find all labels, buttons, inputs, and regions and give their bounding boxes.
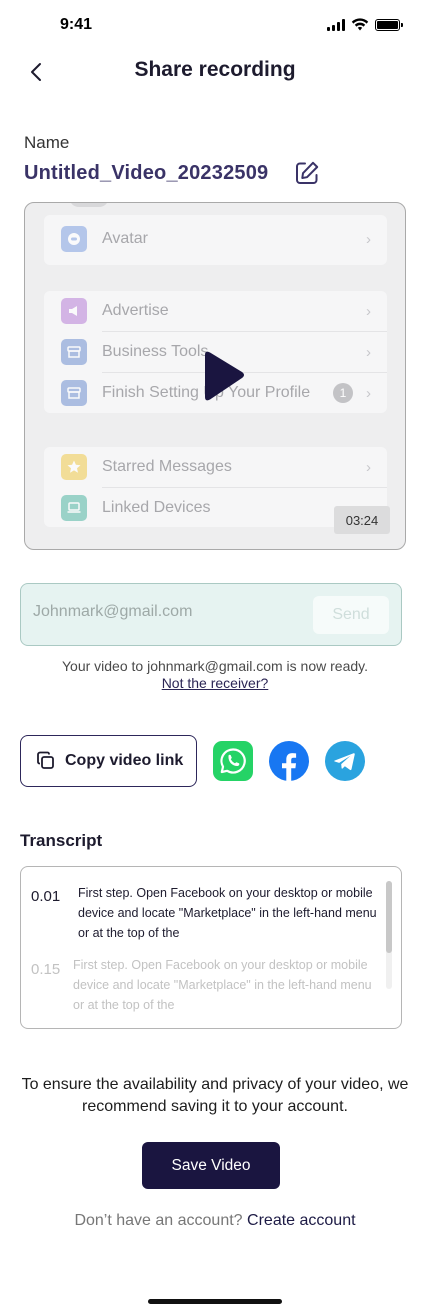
copy-link-label: Copy video link (65, 752, 184, 769)
name-label: Name (24, 133, 70, 152)
page-title: Share recording (134, 58, 296, 81)
whatsapp-icon (213, 741, 253, 781)
video-row-label: Starred Messages (102, 458, 232, 475)
transcript-text: First step. Open Facebook on your deskto… (73, 958, 372, 1012)
notification-badge: 1 (333, 383, 353, 403)
star-icon (61, 454, 87, 480)
laptop-icon (61, 495, 87, 521)
store-icon (61, 380, 87, 406)
email-input[interactable] (33, 603, 303, 621)
chevron-right-icon: › (366, 302, 371, 320)
transcript-scrollbar[interactable] (386, 881, 392, 953)
video-name: Untitled_Video_20232509 (24, 162, 269, 184)
megaphone-icon (61, 298, 87, 324)
account-prompt: Don’t have an account? (74, 1212, 243, 1229)
wifi-icon (351, 18, 369, 31)
copy-icon (37, 751, 54, 769)
video-preview[interactable]: Avatar › Advertise › Business Tools › Fi… (24, 202, 406, 550)
chevron-right-icon: › (366, 458, 371, 476)
avatar-icon (61, 226, 87, 252)
video-row-label: Avatar (102, 230, 148, 247)
settings-group-1: Avatar › (44, 215, 387, 265)
header: Share recording (0, 52, 430, 92)
chevron-right-icon: › (366, 384, 371, 402)
save-recommendation: To ensure the availability and privacy o… (21, 1076, 409, 1115)
facebook-icon (269, 741, 309, 781)
chevron-right-icon: › (366, 343, 371, 361)
play-icon (205, 351, 244, 401)
video-duration: 03:24 (334, 506, 390, 534)
edit-name-button[interactable] (294, 160, 320, 186)
edit-icon (296, 161, 319, 184)
not-receiver-wrap: Not the receiver? (0, 675, 430, 691)
cellular-signal-icon (327, 18, 345, 31)
transcript-title: Transcript (20, 831, 103, 850)
home-indicator (148, 1299, 282, 1304)
not-receiver-link[interactable]: Not the receiver? (162, 675, 269, 691)
chevron-right-icon: › (366, 230, 371, 248)
save-video-button[interactable]: Save Video (142, 1142, 280, 1189)
telegram-share-button[interactable] (325, 741, 365, 781)
transcript-time: 0.01 (31, 888, 61, 905)
account-prompt-line: Don’t have an account? Create account (0, 1212, 430, 1230)
status-bar: 9:41 (0, 0, 430, 50)
whatsapp-share-button[interactable] (213, 741, 253, 781)
video-row-label: Linked Devices (102, 499, 211, 516)
status-time: 9:41 (60, 16, 93, 33)
play-button[interactable] (193, 347, 249, 407)
email-send-box: Send (20, 583, 402, 646)
transcript-box[interactable]: 0.01 First step. Open Facebook on your d… (20, 866, 402, 1029)
transcript-text: First step. Open Facebook on your deskto… (78, 886, 377, 940)
video-row-advertise: Advertise › (44, 291, 387, 331)
video-row-starred: Starred Messages › (44, 447, 387, 487)
transcript-time: 0.15 (31, 961, 61, 978)
battery-icon (375, 18, 403, 31)
status-icons (327, 18, 403, 31)
facebook-share-button[interactable] (269, 741, 309, 781)
copy-video-link-button[interactable]: Copy video link (20, 735, 197, 787)
send-button[interactable]: Send (313, 596, 389, 634)
video-row-avatar: Avatar › (44, 219, 387, 259)
telegram-icon (325, 741, 365, 781)
store-icon (61, 339, 87, 365)
ready-message: Your video to johnmark@gmail.com is now … (61, 658, 369, 674)
video-row-label: Advertise (102, 302, 169, 319)
create-account-link[interactable]: Create account (247, 1212, 356, 1229)
